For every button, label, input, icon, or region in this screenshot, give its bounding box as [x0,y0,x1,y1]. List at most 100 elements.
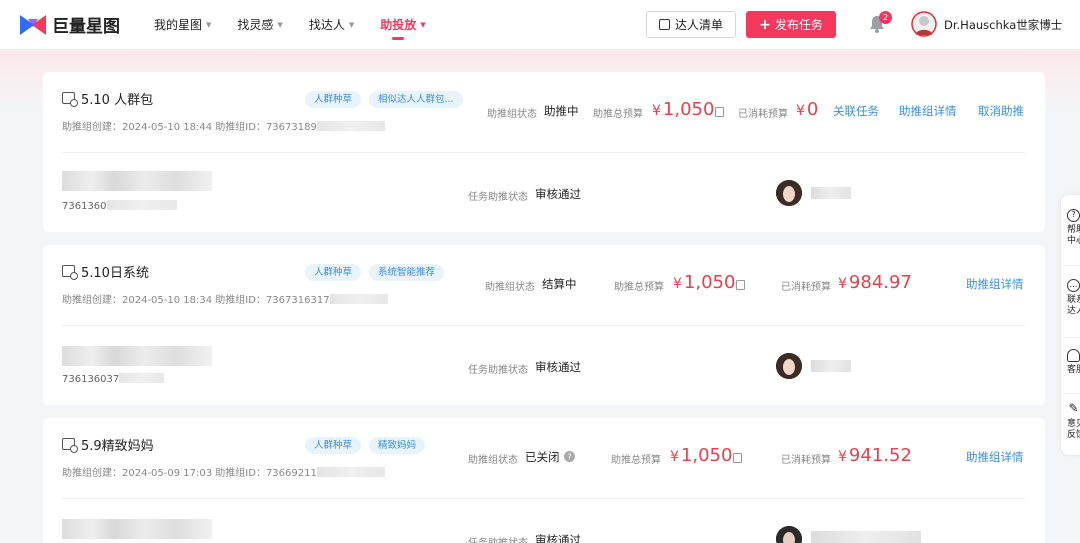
package-icon [62,92,78,107]
kol-avatar[interactable] [776,180,802,206]
nav-find-talent[interactable]: 找达人 ▼ [309,0,354,50]
consumed-budget-label: 已消耗预算 [781,455,831,466]
total-budget-label: 助推总预算 [611,455,661,466]
total-budget-label: 助推总预算 [614,282,664,293]
group-status-label: 助推组状态 [485,282,535,293]
plus-icon: + [759,16,771,33]
kol-avatar[interactable] [776,353,802,379]
consumed-budget-value: ¥0 [796,99,819,120]
calculator-icon[interactable] [736,280,745,290]
total-budget-label: 助推总预算 [593,109,643,120]
chat-icon: … [1067,279,1080,292]
link-group-detail[interactable]: 助推组详情 [966,449,1024,465]
link-related-task[interactable]: 关联任务 [833,103,879,119]
group-title: 5.10 人群包 [81,93,154,108]
package-icon [62,438,78,453]
publish-task-button[interactable]: + 发布任务 [746,11,836,38]
link-group-detail[interactable]: 助推组详情 [966,276,1024,292]
group-status-value: 结算中 [542,277,577,291]
consumed-budget-value: ¥984.97 [838,272,912,293]
link-cancel-boost[interactable]: 取消助推 [978,103,1024,119]
consumed-budget-label: 已消耗预算 [738,109,788,120]
card-divider [62,498,1025,499]
total-budget-value: ¥1,050 [673,272,736,293]
svg-text:?: ? [567,453,571,462]
task-id: 736136037 [62,373,165,385]
side-help-center[interactable]: ? 帮助中心 [1067,209,1080,247]
group-tag: 人群种草 [305,264,362,281]
total-budget-value: ¥1,050 [652,99,715,120]
consumed-budget-value: ¥941.52 [838,445,912,466]
talent-list-button[interactable]: 达人清单 [646,11,736,38]
nav-find-inspiration[interactable]: 找灵感 ▼ [237,0,282,50]
caret-down-icon: ▼ [420,20,426,29]
nav-boost-delivery[interactable]: 助投放 ▼ [380,0,426,50]
group-tag: 相似达人人群包... [369,91,463,108]
side-divider [1065,337,1080,338]
kol-avatar[interactable] [776,526,802,543]
caret-down-icon: ▼ [206,20,212,29]
notification-badge: 2 [879,11,892,24]
top-header: 巨量星图 我的星图 ▼ 找灵感 ▼ 找达人 ▼ 助投放 ▼ 达人清单 + 发布任务 2 [0,0,1080,50]
group-tag: 精致妈妈 [369,437,426,454]
card-divider [62,152,1025,153]
task-status-label: 任务助推状态 [468,192,528,203]
group-status-value: 助推中 [544,104,579,118]
help-circle-icon[interactable]: ? [564,451,575,462]
help-icon: ? [1067,209,1080,222]
masked-id [316,467,385,477]
user-avatar[interactable] [911,11,937,37]
group-status-value: 已关闭 [525,450,560,464]
group-tag: 系统智能推荐 [369,264,445,281]
link-group-detail[interactable]: 助推组详情 [899,103,957,119]
masked-id [316,121,385,131]
task-status-label: 任务助推状态 [468,365,528,376]
caret-down-icon: ▼ [348,20,355,29]
card-divider [62,325,1025,326]
group-title: 5.9精致妈妈 [81,439,154,454]
calculator-icon[interactable] [715,107,724,117]
task-status-value: 审核通过 [535,533,581,543]
task-status-label: 任务助推状态 [468,534,528,543]
group-meta: 助推组创建：2024-05-10 18:44 助推组ID：73673189 [62,118,385,133]
calculator-icon[interactable] [733,453,742,463]
main-nav: 我的星图 ▼ 找灵感 ▼ 找达人 ▼ 助投放 ▼ [154,0,452,50]
edit-icon: ✎ [1068,401,1079,415]
logo[interactable]: 巨量星图 [18,12,136,37]
list-icon [658,19,670,30]
package-icon [62,265,78,280]
username[interactable]: Dr.Hauschka世家博士 [944,17,1062,33]
group-meta: 助推组创建：2024-05-09 17:03 助推组ID：73669211 [62,464,385,479]
task-id: 7361360 [62,200,177,212]
user-avatar-icon [911,11,937,37]
headset-icon [1067,349,1080,362]
boost-group-card: 5.10 人群包 人群种草 相似达人人群包... 助推组创建：2024-05-1… [43,72,1045,232]
side-customer-service[interactable]: 客服 [1067,349,1080,376]
boost-group-card: 5.9精致妈妈 人群种草 精致妈妈 助推组创建：2024-05-09 17:03… [43,418,1045,543]
group-tag: 人群种草 [305,91,362,108]
side-divider [1065,393,1080,394]
kol-avatar-icon [776,180,802,206]
side-contact-talent[interactable]: … 联系达人 [1067,279,1080,317]
logo-mark-icon [20,14,46,35]
task-title-masked [62,346,212,366]
side-feedback[interactable]: ✎ 意见反馈 [1067,401,1080,441]
group-status-label: 助推组状态 [487,109,537,120]
nav-my-xingtu[interactable]: 我的星图 ▼ [154,0,211,50]
task-title-masked [62,519,212,539]
kol-name-masked [811,531,921,543]
task-title-masked [62,171,212,191]
kol-name-masked [811,360,851,372]
total-budget-value: ¥1,050 [670,445,733,466]
masked-id [329,294,388,304]
kol-avatar-icon [776,353,802,379]
logo-text: 巨量星图 [52,17,120,37]
consumed-budget-label: 已消耗预算 [781,282,831,293]
caret-down-icon: ▼ [277,20,283,29]
floating-side-panel: ? 帮助中心 … 联系达人 客服 ✎ 意见反馈 [1061,195,1080,455]
boost-group-card: 5.10日系统 人群种草 系统智能推荐 助推组创建：2024-05-10 18:… [43,245,1045,405]
kol-name-masked [811,187,851,199]
group-status-label: 助推组状态 [468,455,518,466]
side-divider [1065,265,1080,266]
group-tag: 人群种草 [305,437,362,454]
